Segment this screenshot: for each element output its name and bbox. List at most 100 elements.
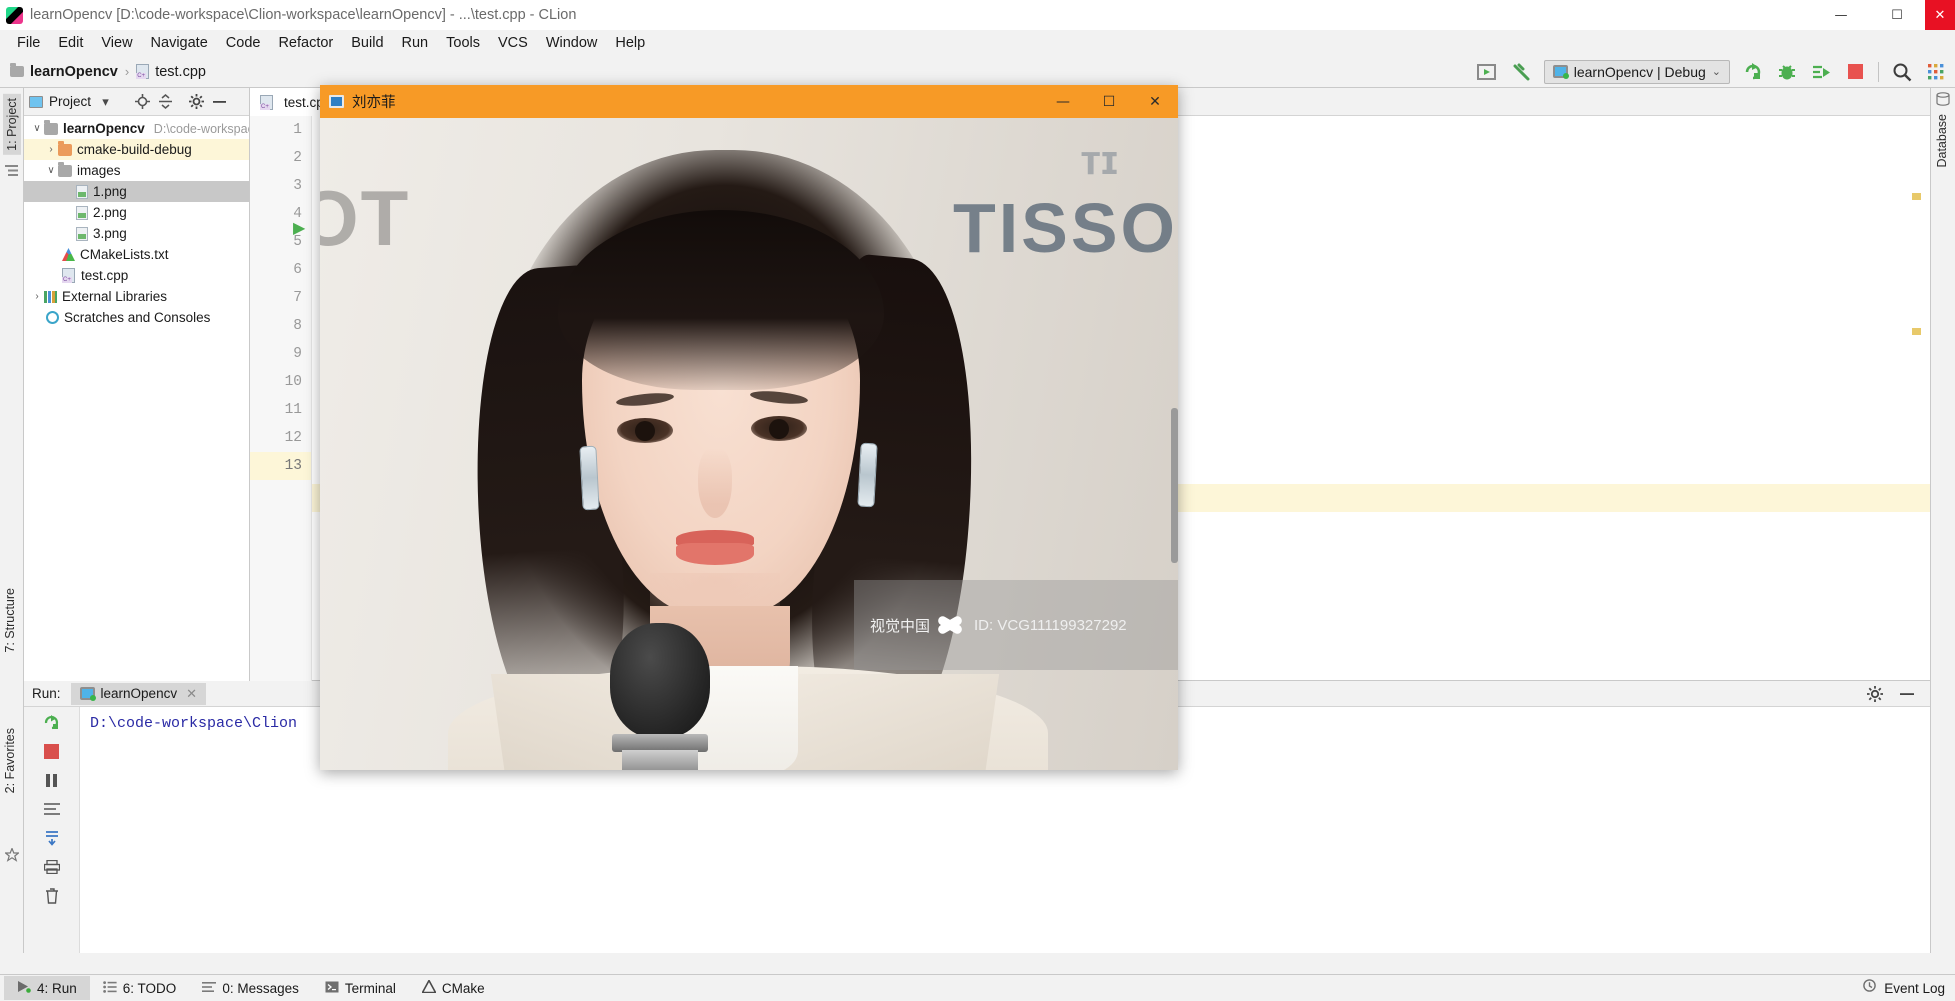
hide-panel-icon[interactable] <box>211 93 228 110</box>
maximize-icon[interactable]: ☐ <box>1869 0 1925 30</box>
editor-scroll-marker[interactable] <box>1912 328 1921 335</box>
close-icon[interactable]: ✕ <box>1925 0 1955 30</box>
tree-label: cmake-build-debug <box>77 142 192 157</box>
sidebar-tab-favorites[interactable]: 2: Favorites <box>3 728 17 793</box>
sidebar-tab-structure[interactable]: 7: Structure <box>3 588 17 653</box>
run-configuration-selector[interactable]: learnOpencv | Debug ⌄ <box>1543 59 1730 84</box>
status-item-label: 0: Messages <box>222 980 299 996</box>
project-tool-window: Project ▾ ∨ learnOpencv D:\code-workspac <box>24 88 250 681</box>
window-title-text: learnOpencv [D:\code-workspace\Clion-wor… <box>30 7 577 23</box>
line-number: 12 <box>284 430 302 446</box>
menu-item-run[interactable]: Run <box>393 33 438 53</box>
editor-scroll-marker[interactable] <box>1912 193 1921 200</box>
rerun-icon[interactable] <box>43 713 61 731</box>
run-tool-label: Run: <box>32 686 61 701</box>
breadcrumb: learnOpencv › test.cpp <box>10 63 206 80</box>
backdrop-brand-right: TISSO <box>952 189 1178 267</box>
close-icon[interactable]: ✕ <box>186 686 197 702</box>
opencv-image-window[interactable]: 刘亦菲 — ☐ ✕ ᴛɪ OT TISSO 视觉中国 ID: VCG111199… <box>320 85 1178 770</box>
tree-node-testcpp[interactable]: test.cpp <box>24 265 249 286</box>
pause-icon[interactable] <box>43 771 61 789</box>
menu-item-edit[interactable]: Edit <box>49 33 92 53</box>
stop-icon[interactable] <box>1844 61 1866 83</box>
close-icon[interactable]: ✕ <box>1132 85 1178 118</box>
opencv-window-scrollbar[interactable] <box>1171 408 1178 563</box>
tree-label: 3.png <box>93 226 127 241</box>
cpp-file-icon <box>62 268 75 283</box>
breadcrumb-separator: › <box>124 64 130 79</box>
line-number: 8 <box>293 318 302 334</box>
print-icon[interactable] <box>43 858 61 876</box>
gear-icon[interactable] <box>188 93 205 110</box>
tree-twisty-icon[interactable]: › <box>30 291 44 302</box>
png-file-icon <box>76 226 88 241</box>
opencv-window-title-bar[interactable]: 刘亦菲 — ☐ ✕ <box>320 85 1178 118</box>
subject-earring-right <box>857 442 878 508</box>
tree-node-images[interactable]: ∨ images <box>24 160 249 181</box>
build-hammer-icon[interactable] <box>1510 61 1532 83</box>
run-window-icon[interactable] <box>1476 61 1498 83</box>
sidebar-tab-database[interactable]: Database <box>1935 114 1949 168</box>
png-file-icon <box>76 205 88 220</box>
grid-menu-icon[interactable] <box>1925 61 1947 83</box>
tree-node-external-libraries[interactable]: › External Libraries <box>24 286 249 307</box>
maximize-icon[interactable]: ☐ <box>1086 85 1132 118</box>
folder-icon <box>44 119 58 135</box>
tree-twisty-icon[interactable]: › <box>44 144 58 155</box>
menu-item-navigate[interactable]: Navigate <box>142 33 217 53</box>
opencv-image-canvas: ᴛɪ OT TISSO 视觉中国 ID: VCG111199327292 <box>320 118 1178 770</box>
status-item-event-log[interactable]: Event Log <box>1884 981 1945 996</box>
rerun-icon[interactable] <box>1742 61 1764 83</box>
tree-node-1png[interactable]: 1.png <box>24 181 249 202</box>
menu-item-file[interactable]: File <box>8 33 49 53</box>
menu-item-build[interactable]: Build <box>342 33 392 53</box>
breadcrumb-project[interactable]: learnOpencv <box>30 64 118 80</box>
editor-gutter[interactable]: 1 2 3 4 5 6 7 8 9 10 11 12 13 <box>250 116 312 681</box>
hide-panel-icon[interactable] <box>1898 685 1916 703</box>
folder-icon <box>58 140 72 156</box>
breadcrumb-file[interactable]: test.cpp <box>155 64 206 80</box>
run-tool-sidebar <box>24 707 80 953</box>
stop-icon[interactable] <box>43 742 61 760</box>
tree-twisty-icon[interactable]: ∨ <box>30 123 44 134</box>
clion-logo-icon <box>6 6 23 24</box>
run-icon <box>17 980 31 996</box>
collapse-all-icon[interactable] <box>157 93 174 110</box>
menu-item-window[interactable]: Window <box>537 33 607 53</box>
tree-node-3png[interactable]: 3.png <box>24 223 249 244</box>
menu-item-tools[interactable]: Tools <box>437 33 489 53</box>
trash-icon[interactable] <box>43 887 61 905</box>
status-item-terminal[interactable]: Terminal <box>312 977 409 1000</box>
minimize-icon[interactable]: — <box>1040 85 1086 118</box>
sidebar-tab-project[interactable]: 1: Project <box>3 94 21 155</box>
soft-wrap-icon[interactable] <box>43 800 61 818</box>
status-item-todo[interactable]: 6: TODO <box>90 977 190 1000</box>
menu-item-vcs[interactable]: VCS <box>489 33 537 53</box>
search-icon[interactable] <box>1891 61 1913 83</box>
run-configuration-label: learnOpencv | Debug <box>1573 63 1706 80</box>
scroll-to-end-icon[interactable] <box>43 829 61 847</box>
tree-node-scratches[interactable]: Scratches and Consoles <box>24 307 249 328</box>
status-item-cmake[interactable]: CMake <box>409 976 498 1000</box>
run-tab-learnopencv[interactable]: learnOpencv ✕ <box>70 682 206 705</box>
status-item-messages[interactable]: 0: Messages <box>189 977 312 1000</box>
debug-bug-icon[interactable] <box>1776 61 1798 83</box>
minimize-icon[interactable]: — <box>1813 0 1869 30</box>
cmake-icon <box>421 978 437 996</box>
menu-item-code[interactable]: Code <box>217 33 270 53</box>
tree-node-cmakelists[interactable]: CMakeLists.txt <box>24 244 249 265</box>
tree-node-learnopencv[interactable]: ∨ learnOpencv D:\code-workspac <box>24 118 249 139</box>
tree-twisty-icon[interactable]: ∨ <box>44 165 58 176</box>
subject-earring-left <box>579 445 600 511</box>
tree-node-cmake-build-debug[interactable]: › cmake-build-debug <box>24 139 249 160</box>
menu-item-refactor[interactable]: Refactor <box>269 33 342 53</box>
menu-item-view[interactable]: View <box>92 33 141 53</box>
run-with-coverage-icon[interactable] <box>1810 61 1832 83</box>
locate-file-icon[interactable] <box>134 93 151 110</box>
chevron-down-icon[interactable]: ▾ <box>97 93 114 110</box>
run-gutter-arrow-icon[interactable]: ▶ <box>293 218 305 238</box>
tree-node-2png[interactable]: 2.png <box>24 202 249 223</box>
status-item-run[interactable]: 4: Run <box>4 976 90 1000</box>
gear-icon[interactable] <box>1866 685 1884 703</box>
menu-item-help[interactable]: Help <box>606 33 654 53</box>
